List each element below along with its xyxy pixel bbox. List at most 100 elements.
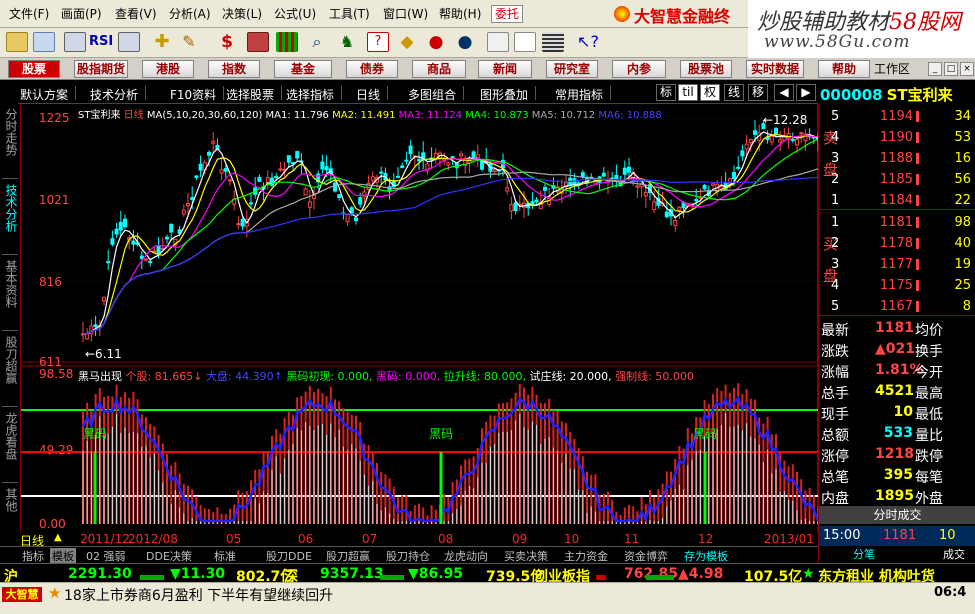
sell-row[interactable]: 2 1185 56 [819, 169, 975, 190]
tab-dde[interactable]: DDE决策 [146, 548, 192, 564]
menu-help[interactable]: 帮助(H) [439, 5, 481, 22]
sell-row[interactable]: 1 1184 22 [819, 190, 975, 211]
tab-trade-decision[interactable]: 买卖决策 [504, 548, 548, 564]
buy-row[interactable]: 5 1167 8 [819, 296, 975, 317]
tab-strength[interactable]: 02 强弱 [86, 548, 126, 564]
nav-index-futures[interactable]: 股指期货 [74, 60, 128, 78]
crosshair-icon[interactable]: ✚ [151, 32, 173, 52]
draw-pen-icon[interactable]: ✎ [178, 32, 200, 52]
close-icon[interactable]: × [960, 62, 974, 76]
dollar-icon[interactable]: $ [216, 32, 238, 52]
tab-fundamentals[interactable]: 基本资料 [2, 260, 18, 308]
tab-daodao-win[interactable]: 股刀超赢 [326, 548, 370, 564]
move-button[interactable]: 移 [748, 84, 768, 101]
nav-index[interactable]: 指数 [208, 60, 260, 78]
save-template-button[interactable]: 存为模板 [684, 548, 728, 564]
menu-view[interactable]: 查看(V) [115, 5, 157, 22]
overlay-button[interactable]: 图形叠加 [480, 86, 537, 103]
document-icon[interactable] [514, 32, 536, 52]
nav-news[interactable]: 新闻 [478, 60, 532, 78]
nav-commodities[interactable]: 商品 [412, 60, 466, 78]
blue-circle-icon[interactable]: ● [454, 32, 476, 52]
open-folder-icon[interactable] [6, 32, 28, 52]
ma-legend: ST宝利来 日线 MA(5,10,20,30,60,120) MA1: 11.7… [78, 110, 662, 121]
candle-body [513, 202, 518, 212]
tech-analysis-button[interactable]: 技术分析 [90, 86, 147, 103]
nav-bonds[interactable]: 债券 [346, 60, 398, 78]
tab-capital-game[interactable]: 资金博弈 [624, 548, 668, 564]
buy-row[interactable]: 3 1177 19 [819, 254, 975, 275]
tab-template[interactable]: 模板 [50, 548, 76, 564]
nav-stock-pool[interactable]: 股票池 [680, 60, 732, 78]
common-indicator-button[interactable]: 常用指标 [555, 86, 612, 103]
nav-insider[interactable]: 内参 [612, 60, 666, 78]
rights-button[interactable]: 权 [700, 84, 720, 101]
help-cursor-icon[interactable]: ↖? [577, 32, 599, 52]
tab-daodao[interactable]: 股刀超赢 [2, 336, 18, 384]
nav-research[interactable]: 研究室 [546, 60, 598, 78]
sell-row[interactable]: 3 1188 16 [819, 148, 975, 169]
buy-row[interactable]: 1 1181 98 [819, 212, 975, 233]
binoculars-icon[interactable]: ⌕ [306, 32, 328, 52]
nav-help[interactable]: 帮助 [818, 60, 870, 78]
tab-other[interactable]: 其他 [2, 488, 18, 512]
select-stock-button[interactable]: 选择股票 [226, 86, 283, 103]
scheme-dropdown[interactable]: 默认方案 [20, 86, 77, 103]
mark-button[interactable]: 标 [656, 84, 676, 101]
notes-icon[interactable] [487, 32, 509, 52]
buy-row[interactable]: 4 1175 25 [819, 275, 975, 296]
tab-technical[interactable]: 技术分析 [2, 184, 18, 232]
bars-icon[interactable] [276, 32, 298, 52]
tab-main-capital[interactable]: 主力资金 [564, 548, 608, 564]
chart-area[interactable]: 1225 1021 816 611 ←12.28 ←6.11 98.58 49.29 0.00 黑… [20, 104, 819, 532]
nav-funds[interactable]: 基金 [274, 60, 332, 78]
report-icon[interactable] [118, 32, 140, 52]
sell-row[interactable]: 4 1190 53 [819, 127, 975, 148]
select-indicator-button[interactable]: 选择指标 [286, 86, 343, 103]
menu-tools[interactable]: 工具(T) [329, 5, 370, 22]
tab-dragon-tiger[interactable]: 龙虎看盘 [2, 412, 18, 460]
menu-screen[interactable]: 画面(P) [61, 5, 102, 22]
nav-hk-stocks[interactable]: 港股 [142, 60, 194, 78]
tab-daodao-dde[interactable]: 股刀DDE [266, 548, 312, 564]
tab-standard[interactable]: 标准 [214, 548, 236, 564]
menu-window[interactable]: 窗口(W) [383, 5, 428, 22]
prev-arrow-icon[interactable]: ◀ [774, 84, 794, 101]
sell-row[interactable]: 5 1194 34 [819, 106, 975, 127]
alarm-icon[interactable]: ♞ [336, 32, 358, 52]
tab-dragon-move[interactable]: 龙虎动向 [444, 548, 488, 564]
workspace-button[interactable]: 工作区 [874, 60, 910, 77]
tab-intraday[interactable]: 分时走势 [2, 108, 18, 156]
buy-row[interactable]: 2 1178 40 [819, 233, 975, 254]
tab-daodao-hold[interactable]: 股刀持仓 [386, 548, 430, 564]
grid-icon[interactable] [542, 32, 564, 52]
period-arrow-icon[interactable]: ▲ [54, 532, 62, 543]
minimize-icon[interactable]: _ [928, 62, 942, 76]
tab-ticks[interactable]: 分笔 [853, 546, 875, 562]
menu-file[interactable]: 文件(F) [9, 5, 49, 22]
nav-stocks[interactable]: 股票 [8, 60, 60, 78]
kline-chart[interactable]: 12251021816611←12.28←6.1198.5849.290.00黑… [21, 104, 819, 532]
chart-window-icon[interactable] [33, 32, 55, 52]
red-circle-icon[interactable]: ● [425, 32, 447, 52]
next-arrow-icon[interactable]: ▶ [796, 84, 816, 101]
nav-realtime[interactable]: 实时数据 [746, 60, 804, 78]
tab-deals[interactable]: 成交 [943, 546, 965, 562]
menu-formula[interactable]: 公式(U) [274, 5, 316, 22]
rsi-icon[interactable]: RSI [89, 32, 113, 52]
tab-indicator[interactable]: 指标 [22, 548, 44, 564]
kline-icon[interactable] [64, 32, 86, 52]
line-button[interactable]: 线 [724, 84, 744, 101]
menu-decision[interactable]: 决策(L) [222, 5, 262, 22]
menu-analysis[interactable]: 分析(A) [169, 5, 211, 22]
restore-icon[interactable]: □ [944, 62, 958, 76]
f10-button[interactable]: F10资料 [170, 86, 225, 103]
period-button[interactable]: 日线 [356, 86, 389, 103]
question-icon[interactable]: ? [367, 32, 389, 52]
trade-button[interactable]: 委托 [491, 5, 523, 23]
ticker-headline[interactable]: 18家上市券商6月盈利 下半年有望继续回升 [64, 585, 333, 605]
multi-chart-button[interactable]: 多图组合 [408, 86, 465, 103]
kline-type-button[interactable]: til [678, 84, 698, 101]
diamond-icon[interactable]: ◆ [396, 32, 418, 52]
screen-icon[interactable] [247, 32, 269, 52]
